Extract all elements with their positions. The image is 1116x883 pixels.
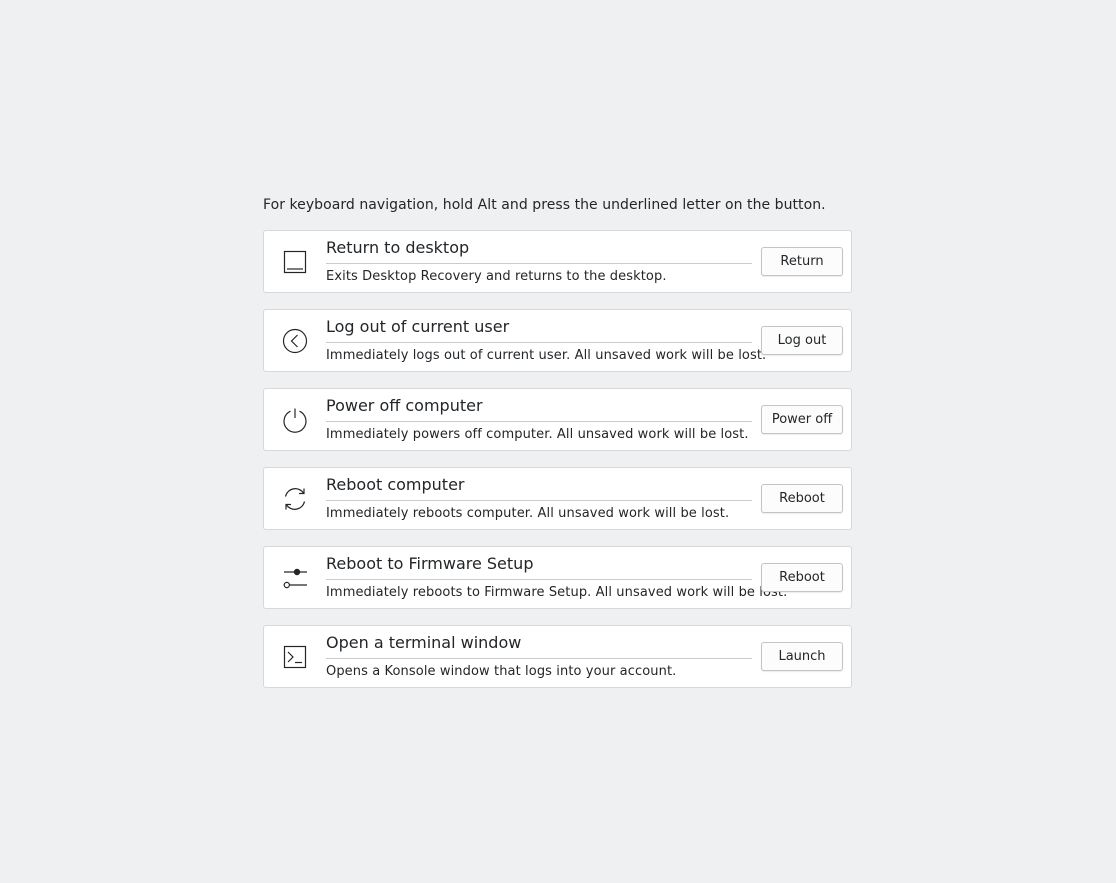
action-card-power-off: Power off computer Immediately powers of… [263, 388, 852, 451]
action-title: Log out of current user [326, 317, 510, 336]
action-title: Return to desktop [326, 238, 470, 257]
action-description: Immediately reboots computer. All unsave… [326, 506, 730, 521]
recovery-panel: For keyboard navigation, hold Alt and pr… [263, 195, 852, 704]
divider [326, 579, 752, 580]
log-out-button[interactable]: Log out [761, 326, 843, 355]
action-title: Reboot to Firmware Setup [326, 554, 534, 573]
divider [326, 421, 752, 422]
launch-button[interactable]: Launch [761, 642, 843, 671]
divider [326, 500, 752, 501]
divider [326, 342, 752, 343]
action-card-log-out: Log out of current user Immediately logs… [263, 309, 852, 372]
reboot-firmware-button[interactable]: Reboot [761, 563, 843, 592]
action-title: Power off computer [326, 396, 483, 415]
terminal-icon [282, 644, 308, 670]
firmware-settings-icon [282, 565, 308, 591]
keyboard-hint: For keyboard navigation, hold Alt and pr… [263, 197, 826, 213]
action-description: Exits Desktop Recovery and returns to th… [326, 269, 667, 284]
power-icon [282, 407, 308, 433]
action-card-terminal: Open a terminal window Opens a Konsole w… [263, 625, 852, 688]
action-description: Immediately logs out of current user. Al… [326, 348, 767, 363]
return-button[interactable]: Return [761, 247, 843, 276]
divider [326, 658, 752, 659]
action-title: Reboot computer [326, 475, 465, 494]
action-card-reboot-firmware: Reboot to Firmware Setup Immediately reb… [263, 546, 852, 609]
desktop-icon [282, 249, 308, 275]
action-description: Immediately powers off computer. All uns… [326, 427, 749, 442]
action-description: Immediately reboots to Firmware Setup. A… [326, 585, 788, 600]
action-description: Opens a Konsole window that logs into yo… [326, 664, 677, 679]
reboot-icon [282, 486, 308, 512]
action-title: Open a terminal window [326, 633, 522, 652]
logout-icon [282, 328, 308, 354]
action-card-return-to-desktop: Return to desktop Exits Desktop Recovery… [263, 230, 852, 293]
action-card-reboot: Reboot computer Immediately reboots comp… [263, 467, 852, 530]
power-off-button[interactable]: Power off [761, 405, 843, 434]
reboot-button[interactable]: Reboot [761, 484, 843, 513]
divider [326, 263, 752, 264]
